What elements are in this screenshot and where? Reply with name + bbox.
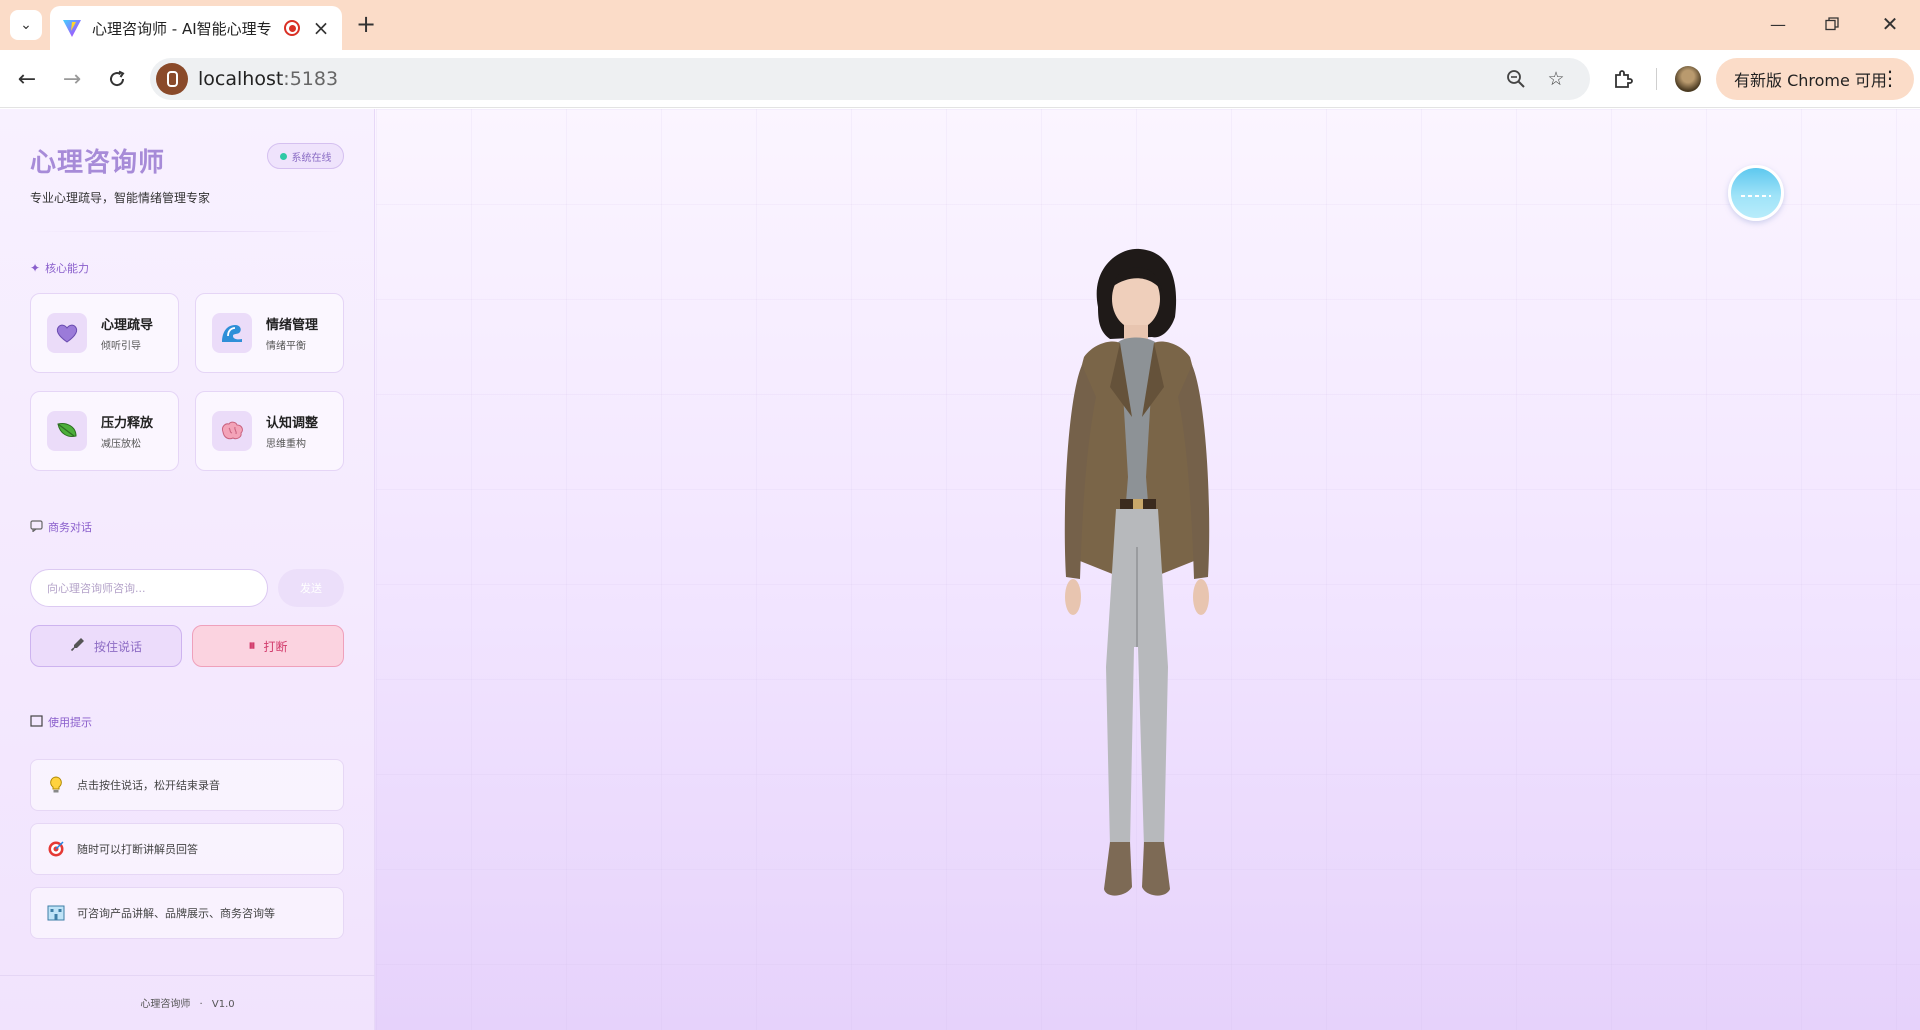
- digital-human-avatar: [1064, 248, 1210, 896]
- tip-text: 随时可以打断讲解员回答: [77, 843, 198, 856]
- leaf-icon: [47, 411, 87, 451]
- send-button[interactable]: 发送: [278, 569, 344, 607]
- chrome-update-label: 有新版 Chrome 可用: [1734, 71, 1887, 90]
- app-page: 心理咨询师 系统在线 专业心理疏导，智能情绪管理专家 ✦ 核心能力 心理疏导 倾…: [0, 109, 1920, 1030]
- reload-icon[interactable]: [102, 64, 132, 94]
- minimize-window-icon[interactable]: —: [1756, 10, 1800, 38]
- vite-favicon-icon: [63, 20, 81, 37]
- capability-desc: 倾听引导: [101, 341, 141, 352]
- microphone-icon: [70, 636, 86, 656]
- capability-card-stress[interactable]: 压力释放 减压放松: [30, 391, 179, 471]
- divider: [30, 231, 344, 232]
- profile-avatar[interactable]: [1675, 66, 1701, 92]
- sparkle-icon: ✦: [30, 261, 41, 275]
- tip-item: 随时可以打断讲解员回答: [30, 823, 344, 875]
- app-title: 心理咨询师: [30, 148, 166, 178]
- wave-icon: [212, 313, 252, 353]
- capability-desc: 情绪平衡: [266, 341, 306, 352]
- dialog-heading-text: 商务对话: [48, 521, 92, 534]
- url-text: localhost:5183: [198, 68, 339, 90]
- sidebar: 心理咨询师 系统在线 专业心理疏导，智能情绪管理专家 ✦ 核心能力 心理疏导 倾…: [0, 109, 375, 1030]
- browser-tab-active[interactable]: 心理咨询师 - AI智能心理专 ×: [50, 6, 342, 50]
- consult-input[interactable]: [30, 569, 268, 607]
- chat-bubble-icon: [30, 519, 43, 535]
- microphone-site-icon[interactable]: [156, 63, 188, 95]
- app-subtitle: 专业心理疏导，智能情绪管理专家: [30, 191, 211, 205]
- address-bar[interactable]: localhost:5183 ☆: [150, 58, 1590, 100]
- brain-icon: [212, 411, 252, 451]
- footer-version: V1.0: [211, 999, 235, 1010]
- push-to-talk-label: 按住说话: [93, 639, 142, 654]
- footer-app-name: 心理咨询师: [140, 999, 191, 1010]
- footer-divider: [0, 975, 375, 976]
- toolbar-divider: [1656, 68, 1657, 90]
- tip-item: 点击按住说话，松开结束录音: [30, 759, 344, 811]
- capability-name: 压力释放: [101, 416, 154, 431]
- capability-card-cognition[interactable]: 认知调整 思维重构: [195, 391, 344, 471]
- chrome-update-button[interactable]: 有新版 Chrome 可用 ⋮: [1716, 58, 1914, 100]
- capabilities-heading-text: 核心能力: [45, 262, 90, 275]
- tips-heading: 使用提示: [30, 714, 92, 730]
- new-tab-button[interactable]: +: [352, 12, 380, 38]
- footer: 心理咨询师 · V1.0: [0, 995, 375, 1010]
- sky-weather-orb-button[interactable]: [1728, 165, 1784, 221]
- tip-text: 可咨询产品讲解、品牌展示、商务咨询等: [77, 907, 275, 920]
- capability-name: 认知调整: [266, 416, 319, 431]
- interrupt-button[interactable]: ⏸ 打断: [192, 625, 344, 667]
- dialog-heading: 商务对话: [30, 519, 92, 535]
- tip-text: 点击按住说话，松开结束录音: [77, 779, 220, 792]
- heart-icon: [47, 313, 87, 353]
- extensions-puzzle-icon[interactable]: [1608, 64, 1638, 94]
- clipboard-icon: [30, 714, 43, 730]
- zoom-icon[interactable]: [1503, 66, 1529, 92]
- lightbulb-icon: [47, 776, 65, 794]
- forward-arrow-icon[interactable]: →: [57, 64, 87, 94]
- back-arrow-icon[interactable]: ←: [12, 64, 42, 94]
- tab-close-icon[interactable]: ×: [310, 18, 332, 38]
- capability-desc: 思维重构: [266, 439, 306, 450]
- tab-title: 心理咨询师 - AI智能心理专: [92, 19, 272, 38]
- tips-heading-text: 使用提示: [48, 716, 92, 729]
- bookmark-star-icon[interactable]: ☆: [1543, 66, 1569, 92]
- footer-separator: ·: [199, 999, 203, 1010]
- pause-icon: ⏸: [248, 638, 256, 654]
- push-to-talk-button[interactable]: 按住说话: [30, 625, 182, 667]
- tip-item: 可咨询产品讲解、品牌展示、商务咨询等: [30, 887, 344, 939]
- browser-tab-bar: ⌄ 心理咨询师 - AI智能心理专 × + — ✕: [0, 0, 1920, 50]
- capability-name: 情绪管理: [266, 318, 319, 333]
- capability-name: 心理疏导: [101, 318, 154, 333]
- capabilities-heading: ✦ 核心能力: [30, 260, 89, 276]
- status-dot-icon: [279, 152, 287, 160]
- target-icon: [47, 840, 65, 858]
- capability-desc: 减压放松: [101, 439, 141, 450]
- more-menu-icon[interactable]: ⋮: [1880, 66, 1900, 90]
- status-badge: 系统在线: [267, 143, 344, 169]
- restore-window-icon[interactable]: [1810, 10, 1854, 38]
- building-icon: [47, 905, 65, 921]
- capability-card-emotion[interactable]: 情绪管理 情绪平衡: [195, 293, 344, 373]
- tab-search-chevron-icon[interactable]: ⌄: [10, 10, 42, 40]
- interrupt-label: 打断: [263, 639, 288, 654]
- recording-indicator-icon: [284, 20, 300, 36]
- close-window-icon[interactable]: ✕: [1868, 10, 1912, 38]
- capability-card-counseling[interactable]: 心理疏导 倾听引导: [30, 293, 179, 373]
- status-text: 系统在线: [291, 152, 332, 164]
